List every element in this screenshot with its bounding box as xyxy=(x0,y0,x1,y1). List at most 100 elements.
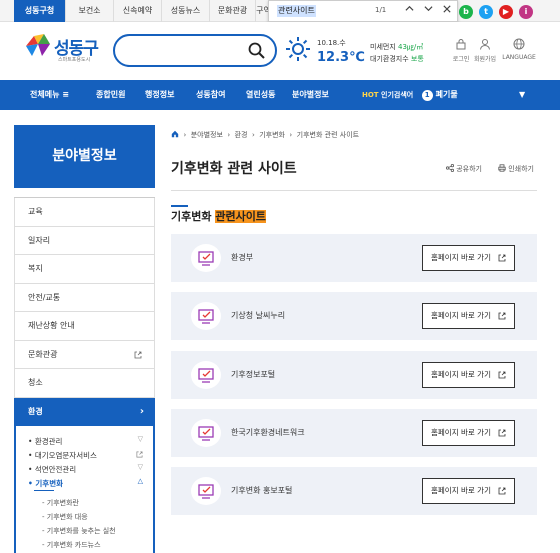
external-link-icon xyxy=(498,429,506,437)
external-link-icon xyxy=(134,351,142,358)
visit-site-button[interactable]: 홈페이지 바로 가기 xyxy=(422,245,515,271)
print-button[interactable]: 인쇄하기 xyxy=(498,164,534,174)
instagram-icon[interactable]: i xyxy=(519,5,533,19)
visit-site-label: 홈페이지 바로 가기 xyxy=(431,428,491,437)
search-icon[interactable] xyxy=(248,42,265,59)
person-icon xyxy=(480,39,490,50)
sidebar-item-label: 환경 xyxy=(28,406,43,416)
site-name: 기상청 날씨누리 xyxy=(231,311,286,320)
page-title: 기후변화 관련 사이트 xyxy=(171,161,297,177)
language-button[interactable]: LANGUAGE xyxy=(502,38,536,61)
find-prev-icon[interactable] xyxy=(405,4,414,18)
chevron-down-icon: ▽ xyxy=(137,435,143,443)
sidebar-item-culture[interactable]: 문화관광 xyxy=(14,340,155,369)
visit-site-label: 홈페이지 바로 가기 xyxy=(431,311,491,320)
submenu-climate-change[interactable]: • 기후변화 xyxy=(28,478,63,489)
section-title-text: 기후변화 xyxy=(171,210,212,223)
submenu-env-management[interactable]: • 환경관리 xyxy=(28,436,62,447)
visit-site-button[interactable]: 홈페이지 바로 가기 xyxy=(422,478,515,504)
home-icon[interactable] xyxy=(171,130,179,138)
site-row-kcen: 한국기후환경네트워크 홈페이지 바로 가기 xyxy=(171,409,537,457)
find-input[interactable]: 관련사이트 xyxy=(277,5,316,17)
monitor-icon xyxy=(191,361,221,389)
share-button[interactable]: 공유하기 xyxy=(446,164,482,174)
visit-site-label: 홈페이지 바로 가기 xyxy=(431,370,491,379)
breadcrumb-item[interactable]: 환경 xyxy=(235,131,248,139)
top-tab-label: 성동구청 xyxy=(24,6,55,15)
lock-icon xyxy=(456,39,466,50)
find-next-icon[interactable] xyxy=(424,4,433,18)
hot-keywords[interactable]: HOT 인기검색어 1 폐기물 xyxy=(362,80,458,110)
nav-field-info[interactable]: 분야별정보 xyxy=(292,80,329,110)
top-tab-culture[interactable]: 문화관광 xyxy=(210,0,256,22)
breadcrumb-item[interactable]: 분야별정보 xyxy=(191,131,223,139)
search-input[interactable] xyxy=(113,34,277,67)
sidebar-submenu: • 환경관리 ▽ • 대기오염문자서비스 • 석면안전관리 ▽ • 기후변화 △… xyxy=(14,426,155,553)
top-tab-news[interactable]: 성동뉴스 xyxy=(162,0,210,22)
all-menu-label: 전체메뉴 xyxy=(30,90,60,99)
hot-dropdown-icon[interactable]: ▼ xyxy=(519,80,525,110)
sidebar-item-disaster[interactable]: 재난상황 안내 xyxy=(14,312,155,341)
signup-button[interactable]: 회원가입 xyxy=(468,38,502,63)
breadcrumb-item[interactable]: 기후변화 xyxy=(259,131,285,139)
sidebar-item-jobs[interactable]: 일자리 xyxy=(14,226,155,255)
breadcrumb: › 분야별정보 › 환경 › 기후변화 › 기후변화 관련 사이트 xyxy=(171,130,359,140)
subsub-climate-response[interactable]: - 기후변화 대응 xyxy=(42,512,88,522)
subsub-label: 기후변화란 xyxy=(46,499,79,507)
weather-date: 10.18.수 xyxy=(317,39,346,47)
top-tab-seongdong[interactable]: 성동구청 xyxy=(14,0,66,22)
sidebar-item-label: 청소 xyxy=(28,378,43,387)
external-link-icon xyxy=(498,371,506,379)
seongdong-logo-icon[interactable] xyxy=(24,32,52,58)
external-link-icon xyxy=(498,254,506,262)
sidebar-item-label: 안전/교통 xyxy=(28,292,61,302)
youtube-icon[interactable]: ▶ xyxy=(499,5,513,19)
submenu-asbestos[interactable]: • 석면안전관리 xyxy=(28,464,76,475)
find-close-icon[interactable] xyxy=(443,4,451,18)
site-row-kma: 기상청 날씨누리 홈페이지 바로 가기 xyxy=(171,292,537,340)
sidebar-item-label: 문화관광 xyxy=(28,349,58,359)
sidebar-item-cleaning[interactable]: 청소 xyxy=(14,369,155,398)
sidebar-item-environment[interactable]: 환경 › xyxy=(14,397,155,426)
language-label: LANGUAGE xyxy=(502,54,536,61)
blog-icon[interactable]: b xyxy=(459,5,473,19)
air-quality-info: 대기환경지수 보통 xyxy=(370,54,424,64)
nav-civil-service[interactable]: 종합민원 xyxy=(96,80,125,110)
section-title: 기후변화 관련사이트 xyxy=(171,208,266,224)
twitter-icon[interactable]: t xyxy=(479,5,493,19)
chevron-up-icon: △ xyxy=(137,477,143,485)
sun-icon xyxy=(286,37,310,61)
monitor-icon xyxy=(191,244,221,272)
site-name: 한국기후환경네트워크 xyxy=(231,428,305,437)
sidebar-menu: 교육 일자리 복지 안전/교통 재난상황 안내 문화관광 청소 환경 › xyxy=(14,197,155,426)
weather-temperature: 12.3℃ xyxy=(317,50,365,65)
sidebar-item-safety[interactable]: 안전/교통 xyxy=(14,283,155,312)
all-menu-button[interactable]: 전체메뉴 ≡ xyxy=(30,80,69,110)
hot-keyword[interactable]: 폐기물 xyxy=(436,90,458,99)
top-tab-reservation[interactable]: 신속예약 xyxy=(114,0,162,22)
subsub-card-news[interactable]: - 기후변화 카드뉴스 xyxy=(42,540,101,550)
submenu-air-sms[interactable]: • 대기오염문자서비스 xyxy=(28,450,97,461)
sidebar-item-welfare[interactable]: 복지 xyxy=(14,255,155,284)
sidebar-item-education[interactable]: 교육 xyxy=(14,198,155,227)
site-name: 기후정보포털 xyxy=(231,370,276,379)
submenu-label: 대기오염문자서비스 xyxy=(34,451,97,460)
chevron-right-icon: › xyxy=(139,405,144,417)
external-link-icon xyxy=(136,451,143,458)
breadcrumb-item[interactable]: 기후변화 관련 사이트 xyxy=(297,131,359,139)
visit-site-button[interactable]: 홈페이지 바로 가기 xyxy=(422,420,515,446)
subsub-what-is-climate[interactable]: - 기후변화란 xyxy=(42,498,79,508)
hot-label: HOT xyxy=(362,91,379,99)
globe-icon xyxy=(513,38,525,50)
subsub-slow-climate[interactable]: - 기후변화를 늦추는 실천 xyxy=(42,526,116,536)
visit-site-button[interactable]: 홈페이지 바로 가기 xyxy=(422,362,515,388)
sidebar-item-label: 복지 xyxy=(28,264,43,273)
nav-participation[interactable]: 성동참여 xyxy=(196,80,225,110)
top-tab-health[interactable]: 보건소 xyxy=(66,0,114,22)
fine-dust-value: 43㎍/㎥ xyxy=(398,43,424,51)
nav-open-seongdong[interactable]: 열린성동 xyxy=(246,80,275,110)
print-label: 인쇄하기 xyxy=(508,165,534,173)
nav-admin-info[interactable]: 행정정보 xyxy=(145,80,174,110)
visit-site-button[interactable]: 홈페이지 바로 가기 xyxy=(422,303,515,329)
section-accent-bar xyxy=(171,205,188,207)
